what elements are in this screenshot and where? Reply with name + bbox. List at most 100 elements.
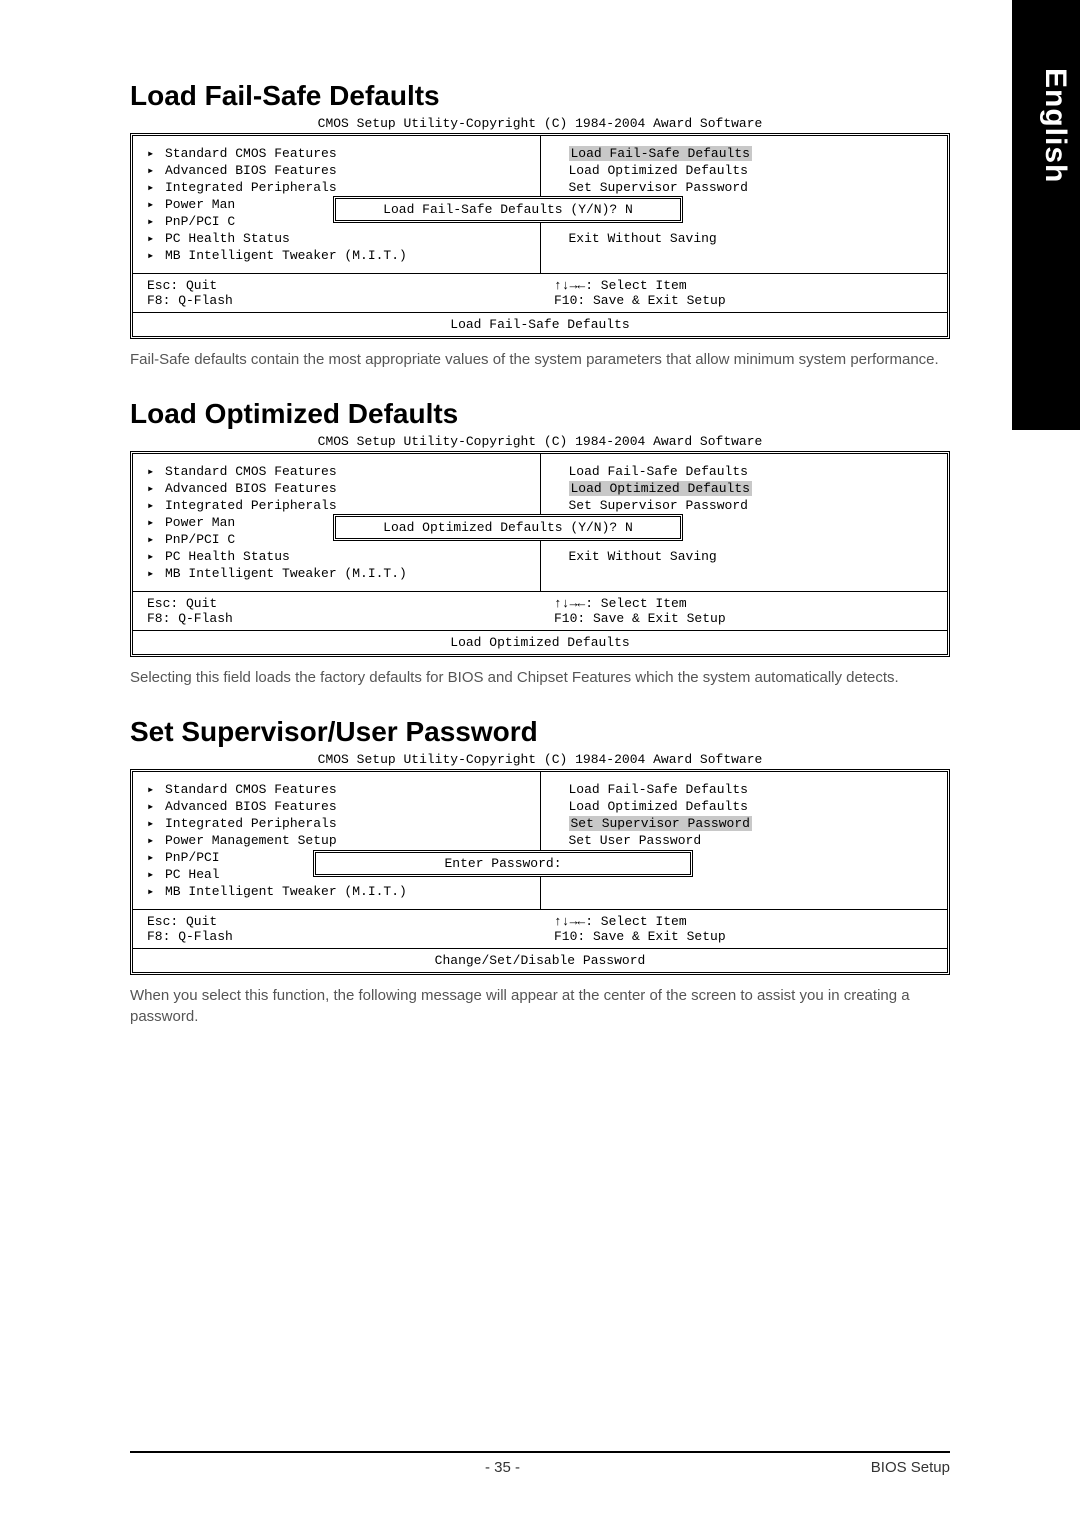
menu-item[interactable]: Advanced BIOS Features — [147, 163, 526, 178]
triangle-icon — [147, 214, 165, 229]
menu-item[interactable]: Power Management Setup — [147, 833, 526, 848]
key-hint: Esc: Quit — [147, 914, 526, 929]
menu-label: PC Heal — [165, 867, 220, 882]
menu-label-highlighted: Set Supervisor Password — [569, 816, 752, 831]
menu-item[interactable]: PC Health Status — [147, 231, 526, 246]
menu-item[interactable]: Exit Without Saving — [555, 231, 934, 246]
triangle-icon — [147, 850, 165, 865]
bios-header-3: CMOS Setup Utility-Copyright (C) 1984-20… — [130, 752, 950, 767]
menu-item[interactable]: Integrated Peripherals — [147, 816, 526, 831]
triangle-icon — [147, 197, 165, 212]
bios-box-1: Standard CMOS Features Advanced BIOS Fea… — [130, 133, 950, 339]
triangle-icon — [147, 231, 165, 246]
menu-item[interactable]: Set Supervisor Password — [555, 816, 934, 831]
menu-item[interactable]: Standard CMOS Features — [147, 464, 526, 479]
menu-label: MB Intelligent Tweaker (M.I.T.) — [165, 884, 407, 899]
menu-item[interactable]: Advanced BIOS Features — [147, 799, 526, 814]
section1-body: Fail-Safe defaults contain the most appr… — [130, 349, 950, 370]
bios-desc-row: Change/Set/Disable Password — [133, 948, 947, 972]
menu-item[interactable]: Load Optimized Defaults — [555, 481, 934, 496]
menu-item[interactable]: PC Health Status — [147, 549, 526, 564]
triangle-icon — [147, 532, 165, 547]
menu-item — [555, 248, 934, 263]
menu-item[interactable]: Load Optimized Defaults — [555, 163, 934, 178]
menu-item — [555, 566, 934, 581]
menu-item[interactable]: MB Intelligent Tweaker (M.I.T.) — [147, 884, 526, 899]
triangle-icon — [147, 163, 165, 178]
bios-dialog[interactable]: Load Optimized Defaults (Y/N)? N — [333, 514, 683, 541]
key-hint: F10: Save & Exit Setup — [554, 611, 933, 626]
menu-label: PC Health Status — [165, 549, 290, 564]
menu-item[interactable]: Set Supervisor Password — [555, 180, 934, 195]
bios-key-row: Esc: Quit F8: Q-Flash ↑↓→←: Select Item … — [133, 909, 947, 948]
bios-key-row: Esc: Quit F8: Q-Flash ↑↓→←: Select Item … — [133, 591, 947, 630]
key-hint: F8: Q-Flash — [147, 611, 526, 626]
menu-label-highlighted: Load Fail-Safe Defaults — [569, 146, 752, 161]
menu-item[interactable]: Standard CMOS Features — [147, 146, 526, 161]
section1-title: Load Fail-Safe Defaults — [130, 80, 950, 112]
triangle-icon — [147, 498, 165, 513]
bios-desc-row: Load Fail-Safe Defaults — [133, 312, 947, 336]
menu-item[interactable]: Set User Password — [555, 833, 934, 848]
triangle-icon — [147, 799, 165, 814]
menu-label: Integrated Peripherals — [165, 816, 337, 831]
key-hint: Esc: Quit — [147, 596, 526, 611]
menu-label: PC Health Status — [165, 231, 290, 246]
key-hint: ↑↓→←: Select Item — [554, 278, 933, 293]
menu-item[interactable]: Standard CMOS Features — [147, 782, 526, 797]
menu-label: Standard CMOS Features — [165, 146, 337, 161]
menu-item[interactable]: Load Optimized Defaults — [555, 799, 934, 814]
page-footer: - 35 - BIOS Setup — [130, 1451, 950, 1476]
key-hint: ↑↓→←: Select Item — [554, 914, 933, 929]
menu-item[interactable]: Exit Without Saving — [555, 549, 934, 564]
menu-label: Integrated Peripherals — [165, 180, 337, 195]
menu-item[interactable]: Integrated Peripherals — [147, 180, 526, 195]
page-content: Load Fail-Safe Defaults CMOS Setup Utili… — [0, 0, 1080, 1095]
triangle-icon — [147, 782, 165, 797]
dialog-text: Enter Password: — [444, 856, 561, 871]
dialog-text: Load Optimized Defaults (Y/N)? N — [383, 520, 633, 535]
menu-label: Integrated Peripherals — [165, 498, 337, 513]
triangle-icon — [147, 180, 165, 195]
menu-item[interactable]: Load Fail-Safe Defaults — [555, 782, 934, 797]
menu-item[interactable]: Advanced BIOS Features — [147, 481, 526, 496]
key-hint: F8: Q-Flash — [147, 293, 526, 308]
menu-label: PnP/PCI — [165, 850, 220, 865]
menu-label: Standard CMOS Features — [165, 464, 337, 479]
menu-label-highlighted: Load Optimized Defaults — [569, 481, 752, 496]
triangle-icon — [147, 549, 165, 564]
side-black-strip — [1012, 0, 1080, 430]
bios-box-2: Standard CMOS Features Advanced BIOS Fea… — [130, 451, 950, 657]
triangle-icon — [147, 833, 165, 848]
language-tab: English — [1038, 68, 1072, 183]
section3-title: Set Supervisor/User Password — [130, 716, 950, 748]
menu-label: Advanced BIOS Features — [165, 163, 337, 178]
menu-item[interactable]: Load Fail-Safe Defaults — [555, 464, 934, 479]
bios-desc-row: Load Optimized Defaults — [133, 630, 947, 654]
section2-body: Selecting this field loads the factory d… — [130, 667, 950, 688]
menu-label: Advanced BIOS Features — [165, 799, 337, 814]
menu-item[interactable]: Integrated Peripherals — [147, 498, 526, 513]
key-hint: F10: Save & Exit Setup — [554, 293, 933, 308]
bios-box-3: Standard CMOS Features Advanced BIOS Fea… — [130, 769, 950, 975]
bios-dialog[interactable]: Enter Password: — [313, 850, 693, 877]
footer-section-name: BIOS Setup — [871, 1459, 950, 1476]
menu-label: MB Intelligent Tweaker (M.I.T.) — [165, 248, 407, 263]
triangle-icon — [147, 884, 165, 899]
menu-item — [555, 884, 934, 899]
bios-dialog[interactable]: Load Fail-Safe Defaults (Y/N)? N — [333, 196, 683, 223]
triangle-icon — [147, 515, 165, 530]
menu-label: Advanced BIOS Features — [165, 481, 337, 496]
menu-label: PnP/PCI C — [165, 532, 235, 547]
menu-label: Power Man — [165, 515, 235, 530]
triangle-icon — [147, 481, 165, 496]
menu-item[interactable]: Load Fail-Safe Defaults — [555, 146, 934, 161]
key-hint: F8: Q-Flash — [147, 929, 526, 944]
triangle-icon — [147, 146, 165, 161]
triangle-icon — [147, 464, 165, 479]
triangle-icon — [147, 566, 165, 581]
bios-header-2: CMOS Setup Utility-Copyright (C) 1984-20… — [130, 434, 950, 449]
menu-item[interactable]: MB Intelligent Tweaker (M.I.T.) — [147, 248, 526, 263]
menu-item[interactable]: Set Supervisor Password — [555, 498, 934, 513]
menu-item[interactable]: MB Intelligent Tweaker (M.I.T.) — [147, 566, 526, 581]
